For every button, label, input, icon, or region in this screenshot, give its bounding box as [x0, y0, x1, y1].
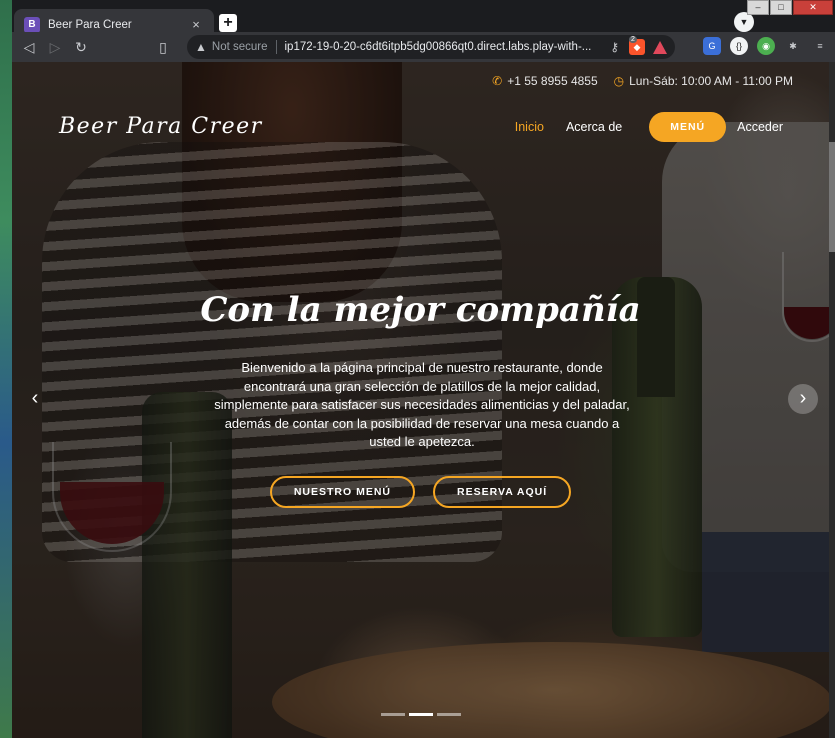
extension-icon[interactable]: ◉	[757, 37, 775, 55]
minimize-icon[interactable]: –	[747, 0, 769, 15]
carousel-indicator-1[interactable]	[380, 713, 405, 716]
clock-icon: ◷	[613, 74, 625, 88]
address-bar[interactable]: ▲ Not secure ip172-19-0-20-c6dt6itpb5dg0…	[187, 35, 675, 59]
opening-hours: Lun-Sáb: 10:00 AM - 11:00 PM	[629, 74, 793, 88]
hero-buttons: NUESTRO MENÚ RESERVA AQUÍ	[12, 476, 829, 508]
tab-title: Beer Para Creer	[48, 18, 132, 31]
not-secure-label[interactable]: Not secure	[212, 41, 268, 53]
browser-toolbar: ◁ ▷ ↻ ▯ ▲ Not secure ip172-19-0-20-c6dt6…	[12, 32, 835, 62]
maximize-icon[interactable]: □	[770, 0, 792, 15]
url-text[interactable]: ip172-19-0-20-c6dt6itpb5dg00866qt0.direc…	[285, 41, 605, 53]
phone-number: +1 55 8955 4855	[507, 74, 598, 88]
nav-menu-button[interactable]: MENÚ	[649, 112, 727, 142]
carousel-indicator-2[interactable]	[408, 713, 433, 716]
window-close-icon[interactable]: ✕	[793, 0, 833, 15]
extensions-area: G {} ◉ ✱ ≡	[703, 37, 829, 55]
tab-search-icon[interactable]: ▼	[734, 12, 754, 32]
hero-description: Bienvenido a la página principal de nues…	[214, 360, 630, 450]
nav-about[interactable]: Acerca de	[566, 120, 622, 134]
translate-icon[interactable]: G	[703, 37, 721, 55]
phone-icon: ✆	[492, 74, 503, 88]
omnibox-separator	[275, 40, 277, 54]
carousel-next-icon[interactable]: ›	[788, 384, 818, 414]
menu-icon[interactable]: ≡	[811, 37, 829, 55]
contact-bar: ✆ +1 55 8955 4855 ◷ Lun-Sáb: 10:00 AM - …	[492, 74, 793, 88]
carousel-prev-icon[interactable]: ‹	[20, 384, 50, 414]
window-controls: – □ ✕	[747, 0, 833, 15]
reload-icon[interactable]: ↻	[68, 39, 94, 56]
back-icon[interactable]: ◁	[16, 39, 42, 56]
desktop-background	[0, 0, 12, 738]
carousel-indicator-3[interactable]	[436, 713, 461, 716]
hero-title: Con la mejor compañía	[200, 290, 641, 330]
new-tab-button[interactable]: +	[219, 14, 237, 32]
nav-login[interactable]: Acceder	[737, 120, 783, 134]
warning-icon: ▲	[195, 40, 207, 54]
forward-icon[interactable]: ▷	[42, 39, 68, 56]
carousel-indicators	[12, 713, 829, 716]
phone-info: ✆ +1 55 8955 4855	[492, 74, 597, 88]
reserve-button[interactable]: RESERVA AQUÍ	[432, 476, 572, 508]
site-logo[interactable]: Beer Para Creer	[59, 114, 263, 139]
brave-rewards-icon[interactable]	[653, 40, 667, 54]
browser-window: B Beer Para Creer × + ▼ – □ ✕ ◁ ▷ ↻ ▯ ▲ …	[0, 0, 835, 738]
scrollbar-thumb[interactable]	[829, 142, 835, 252]
hours-info: ◷ Lun-Sáb: 10:00 AM - 11:00 PM	[614, 74, 793, 88]
brave-shield-badge: 2	[629, 36, 637, 43]
tab-favicon-icon: B	[24, 16, 40, 33]
close-tab-icon[interactable]: ×	[188, 17, 204, 32]
puzzle-icon[interactable]: ✱	[784, 37, 802, 55]
page-scrollbar[interactable]	[829, 62, 835, 738]
key-icon[interactable]: ⚷	[610, 40, 619, 54]
page-viewport: ✆ +1 55 8955 4855 ◷ Lun-Sáb: 10:00 AM - …	[12, 62, 829, 738]
json-extension-icon[interactable]: {}	[730, 37, 748, 55]
our-menu-button[interactable]: NUESTRO MENÚ	[269, 476, 415, 508]
main-nav: Inicio Acerca de MENÚ Acceder	[493, 112, 783, 142]
bookmark-icon[interactable]: ▯	[150, 39, 176, 56]
nav-home[interactable]: Inicio	[515, 120, 544, 134]
